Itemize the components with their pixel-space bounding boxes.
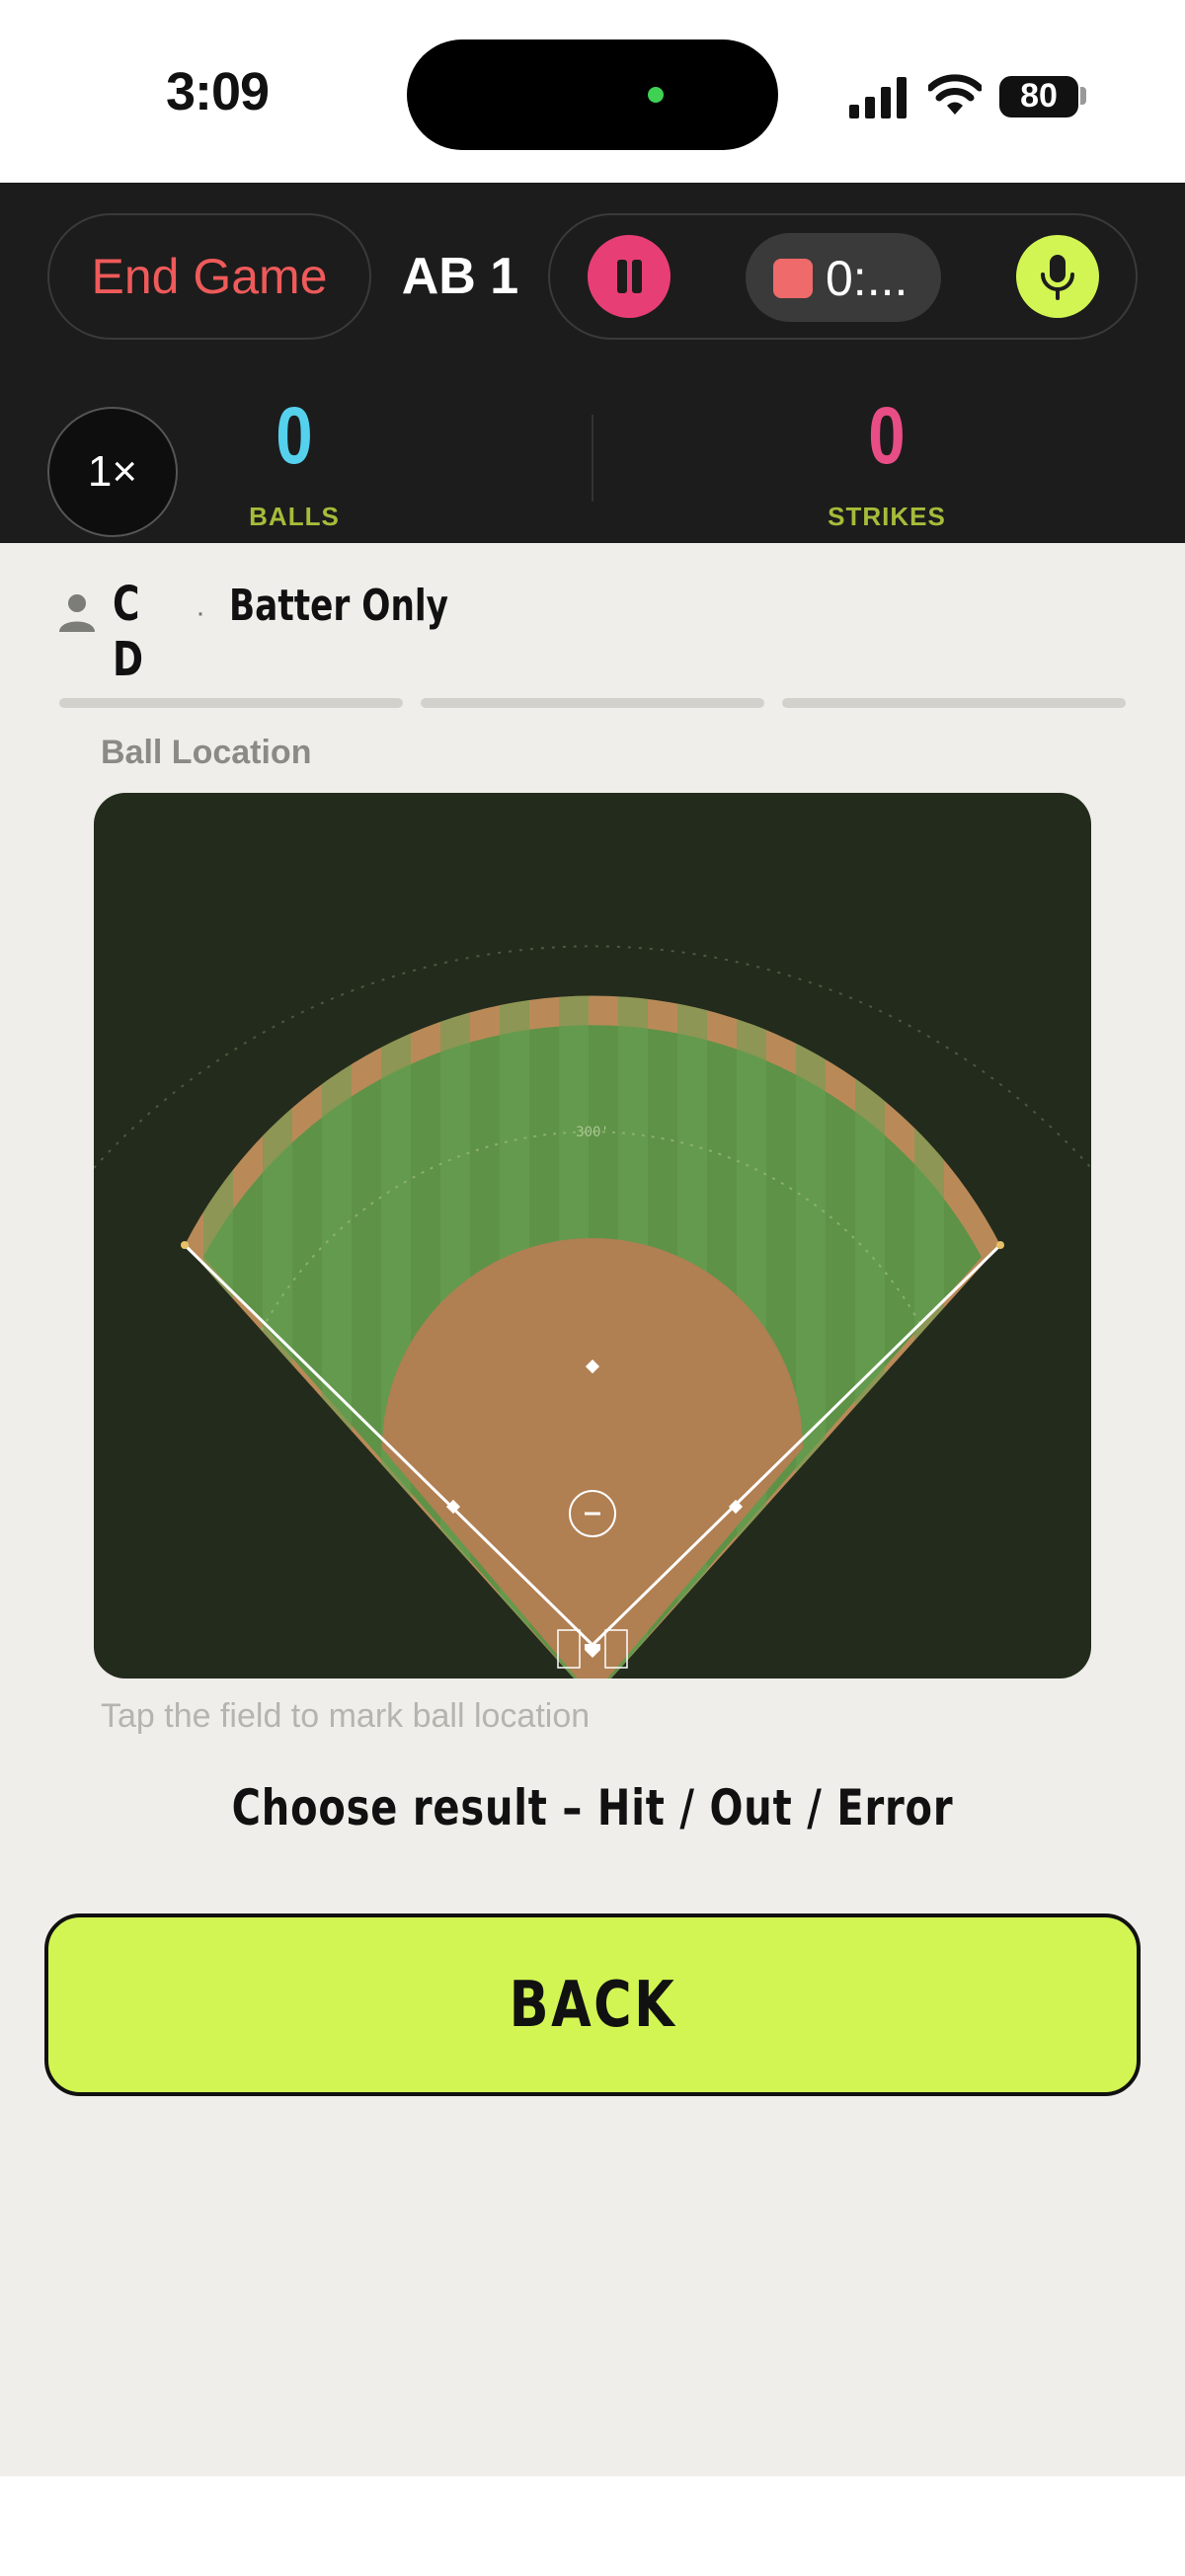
end-game-button[interactable]: End Game (47, 213, 371, 340)
battery-level: 80 (1020, 77, 1058, 115)
microphone-icon (1041, 255, 1074, 300)
batter-separator: · (196, 596, 205, 629)
step-indicator-2 (421, 698, 764, 708)
bottom-safe-area (0, 2476, 1185, 2576)
balls-label: BALLS (249, 502, 340, 531)
strikes-count: 0 (868, 391, 906, 481)
person-icon (59, 594, 95, 632)
step-indicator-3 (782, 698, 1126, 708)
status-time: 3:09 (165, 62, 270, 121)
at-bat-label: AB 1 (401, 248, 519, 305)
dynamic-island (407, 39, 778, 150)
pause-icon (617, 260, 627, 293)
strikes-label: STRIKES (828, 502, 946, 531)
batter-mode: Batter Only (229, 581, 449, 631)
infield-dirt (382, 1238, 803, 1678)
stop-icon (773, 259, 813, 298)
recording-time: 0:... (826, 251, 908, 306)
signal-icon (849, 77, 907, 118)
camera-indicator-dot (648, 87, 664, 103)
speed-toggle-button[interactable]: 1× (47, 407, 178, 537)
back-button-label: BACK (509, 1968, 676, 2042)
result-prompt: Choose result – Hit / Out / Error (231, 1779, 954, 1836)
batter-name: C D (113, 577, 144, 687)
left-foul-pole (181, 1241, 189, 1249)
field-hint: Tap the field to mark ball location (101, 1697, 591, 1735)
back-button[interactable]: BACK (44, 1913, 1141, 2096)
pause-button[interactable] (588, 235, 671, 318)
balls-count: 0 (276, 391, 313, 481)
pause-icon-bar (632, 260, 642, 293)
wifi-icon (928, 74, 982, 115)
count-divider (592, 415, 593, 502)
ball-location-label: Ball Location (101, 734, 312, 771)
microphone-button[interactable] (1016, 235, 1099, 318)
battery-cap (1080, 87, 1086, 105)
right-foul-pole (996, 1241, 1004, 1249)
baseball-field[interactable]: 300' (94, 793, 1091, 1678)
distance-label: 300' (576, 1125, 609, 1140)
step-indicator-1 (59, 698, 403, 708)
